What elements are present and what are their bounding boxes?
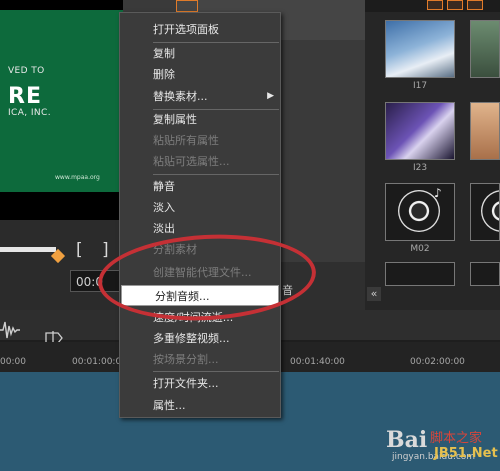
collapse-library-button[interactable]: « <box>367 287 381 301</box>
menu-item-paste-selected-attributes[interactable]: 粘贴可选属性... <box>120 151 280 172</box>
music-note-icon: ♪ <box>434 186 442 200</box>
menu-separator <box>153 371 279 372</box>
menu-item-replace-clip[interactable]: 替换素材... ▶ <box>120 86 280 107</box>
rating-line-2: RE <box>8 84 42 109</box>
thumbnail-label: M02 <box>410 244 430 254</box>
library-thumbnail[interactable] <box>470 183 500 241</box>
thumbnail-label: I17 <box>412 81 428 91</box>
library-thumbnail-m02[interactable]: ♪ <box>385 183 455 241</box>
library-thumbnail-i17[interactable] <box>385 20 455 78</box>
jb51-brand-watermark: 脚本之家 <box>430 431 483 446</box>
rating-line-1: VED TO <box>8 66 45 76</box>
library-thumbnail[interactable] <box>385 262 455 286</box>
scrub-bar[interactable] <box>0 247 56 252</box>
rating-card: VED TO RE ICA, INC. www.mpaa.org <box>0 10 123 192</box>
panel-tab-icon[interactable] <box>176 0 198 12</box>
rating-url: www.mpaa.org <box>55 174 100 181</box>
menu-item-copy-attributes[interactable]: 复制属性 <box>120 109 280 130</box>
library-thumbnail[interactable] <box>470 102 500 160</box>
menu-item-open-options-panel[interactable]: 打开选项面板 <box>120 19 280 40</box>
speaker-icon <box>481 190 499 232</box>
thumbnail-label: I23 <box>412 163 428 173</box>
mark-out-button[interactable]: ] <box>102 240 109 260</box>
menu-item-open-folder[interactable]: 打开文件夹... <box>120 373 280 394</box>
rating-line-3: ICA, INC. <box>8 108 51 118</box>
mark-in-button[interactable]: [ <box>76 240 83 260</box>
menu-item-label: 替换素材... <box>153 90 208 103</box>
library-thumbnail-i23[interactable] <box>385 102 455 160</box>
menu-item-properties[interactable]: 属性... <box>120 395 280 416</box>
menu-separator <box>153 174 279 175</box>
ruler-label: 00:02:00:00 <box>410 357 465 367</box>
library-filter-button[interactable] <box>467 0 483 10</box>
baidu-watermark: Bai <box>386 427 428 453</box>
menu-item-mute[interactable]: 静音 <box>120 176 280 197</box>
ruler-label: 00:00 <box>0 357 26 367</box>
jb51-url-watermark: JB51.Net <box>434 446 498 461</box>
menu-item-delete[interactable]: 删除 <box>120 64 280 85</box>
audio-waveform-icon[interactable] <box>0 318 20 342</box>
library-filter-button[interactable] <box>447 0 463 10</box>
menu-item-copy[interactable]: 复制 <box>120 43 280 64</box>
library-thumbnail[interactable] <box>470 262 500 286</box>
menu-item-multi-trim-video[interactable]: 多重修整视频... <box>120 328 280 349</box>
library-filter-button[interactable] <box>427 0 443 10</box>
context-menu: 打开选项面板 复制 删除 替换素材... ▶ 复制属性 粘贴所有属性 粘贴可选属… <box>119 12 281 418</box>
library-thumbnail[interactable] <box>470 20 500 78</box>
menu-item-paste-all-attributes[interactable]: 粘贴所有属性 <box>120 130 280 151</box>
menu-item-fade-in[interactable]: 淡入 <box>120 197 280 218</box>
submenu-arrow-icon: ▶ <box>267 91 274 101</box>
menu-item-split-by-scene[interactable]: 按场景分割... <box>120 349 280 370</box>
ruler-label: 00:01:40:00 <box>290 357 345 367</box>
